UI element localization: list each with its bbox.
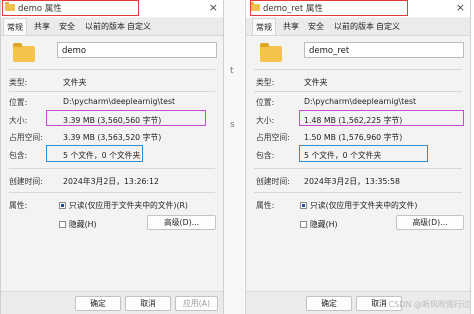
size-highlight (46, 110, 206, 126)
close-icon[interactable]: × (209, 1, 218, 14)
advanced-button[interactable]: 高级(D)... (147, 215, 216, 230)
hidden-checkbox[interactable] (59, 221, 66, 228)
attributes-label: 属性: (9, 201, 28, 210)
attributes-label: 属性: (256, 201, 275, 210)
contains-label: 包含: (9, 151, 28, 160)
tab-general[interactable]: 常规 (252, 18, 276, 35)
folder-name-field[interactable]: demo (57, 42, 217, 58)
ok-button[interactable]: 确定 (306, 296, 352, 311)
tab-security[interactable]: 安全 (308, 21, 324, 32)
advanced-button[interactable]: 高级(D)... (396, 215, 464, 230)
created-label: 创建时间: (256, 177, 290, 186)
tab-general[interactable]: 常规 (3, 18, 27, 35)
tab-previous-versions[interactable]: 以前的版本 (334, 21, 374, 32)
location-value: D:\pycharm\deeplearnig\test (63, 97, 176, 106)
location-value: D:\pycharm\deeplearnig\test (304, 97, 417, 106)
title-highlight (2, 0, 139, 16)
type-value: 文件夹 (304, 78, 328, 87)
divider (9, 69, 215, 70)
folder-icon (260, 43, 282, 62)
contains-highlight (299, 145, 428, 162)
tab-sharing[interactable]: 共享 (34, 21, 50, 32)
divider (254, 91, 462, 92)
dialog-footer: 确定 取消 应用(A) (1, 291, 223, 314)
divider (9, 192, 215, 193)
background-fragment: s (230, 120, 235, 130)
ok-button[interactable]: 确定 (75, 296, 121, 311)
divider (254, 192, 462, 193)
size-on-disk-label: 占用空间: (9, 133, 43, 142)
hidden-checkbox[interactable] (300, 221, 307, 228)
title-highlight (250, 0, 408, 16)
size-on-disk-value: 1.50 MB (1,576,960 字节) (304, 133, 403, 142)
properties-window-demo: demo 属性 × 常规 共享 安全 以前的版本 自定义 demo 类型: 文件… (0, 0, 224, 314)
background-fragment: t (230, 66, 234, 76)
tab-sharing[interactable]: 共享 (283, 21, 299, 32)
location-label: 位置: (9, 98, 28, 107)
size-label: 大小: (256, 116, 275, 125)
size-on-disk-label: 占用空间: (256, 133, 290, 142)
folder-name-field[interactable]: demo_ret (304, 42, 464, 58)
tab-security[interactable]: 安全 (59, 21, 75, 32)
readonly-label: 只读(仅应用于文件夹中的文件) (310, 201, 418, 210)
properties-window-demo-ret: demo_ret 属性 × 常规 共享 安全 以前的版本 自定义 demo_re… (245, 0, 471, 314)
cancel-button[interactable]: 取消 (125, 296, 171, 311)
contains-highlight (46, 145, 143, 162)
tab-strip: 常规 共享 安全 以前的版本 自定义 (246, 18, 470, 36)
created-value: 2024年3月2日，13:35:58 (304, 177, 400, 186)
folder-icon (13, 43, 35, 62)
size-on-disk-value: 3.39 MB (3,563,520 字节) (63, 133, 162, 142)
tab-previous-versions[interactable]: 以前的版本 (85, 21, 125, 32)
hidden-label: 隐藏(H) (69, 220, 97, 229)
location-label: 位置: (256, 98, 275, 107)
created-label: 创建时间: (9, 177, 43, 186)
readonly-checkbox[interactable] (59, 202, 66, 209)
created-value: 2024年3月2日，13:26:12 (63, 177, 159, 186)
tab-customize[interactable]: 自定义 (376, 21, 400, 32)
tab-customize[interactable]: 自定义 (127, 21, 151, 32)
divider (9, 168, 215, 169)
contains-label: 包含: (256, 151, 275, 160)
divider (9, 91, 215, 92)
tab-strip: 常规 共享 安全 以前的版本 自定义 (1, 18, 223, 36)
type-label: 类型: (256, 78, 275, 87)
hidden-label: 隐藏(H) (310, 220, 338, 229)
close-icon[interactable]: × (456, 1, 465, 14)
readonly-checkbox[interactable] (300, 202, 307, 209)
apply-button[interactable]: 应用(A) (175, 296, 218, 311)
watermark: CSDN @听风吹雨行过 (388, 300, 470, 309)
divider (254, 69, 462, 70)
size-label: 大小: (9, 116, 28, 125)
divider (254, 168, 462, 169)
type-value: 文件夹 (63, 78, 87, 87)
type-label: 类型: (9, 78, 28, 87)
size-highlight (299, 110, 464, 126)
background-editor-strip: t s (223, 0, 244, 314)
readonly-label: 只读(仅应用于文件夹中的文件)(R) (69, 201, 188, 210)
